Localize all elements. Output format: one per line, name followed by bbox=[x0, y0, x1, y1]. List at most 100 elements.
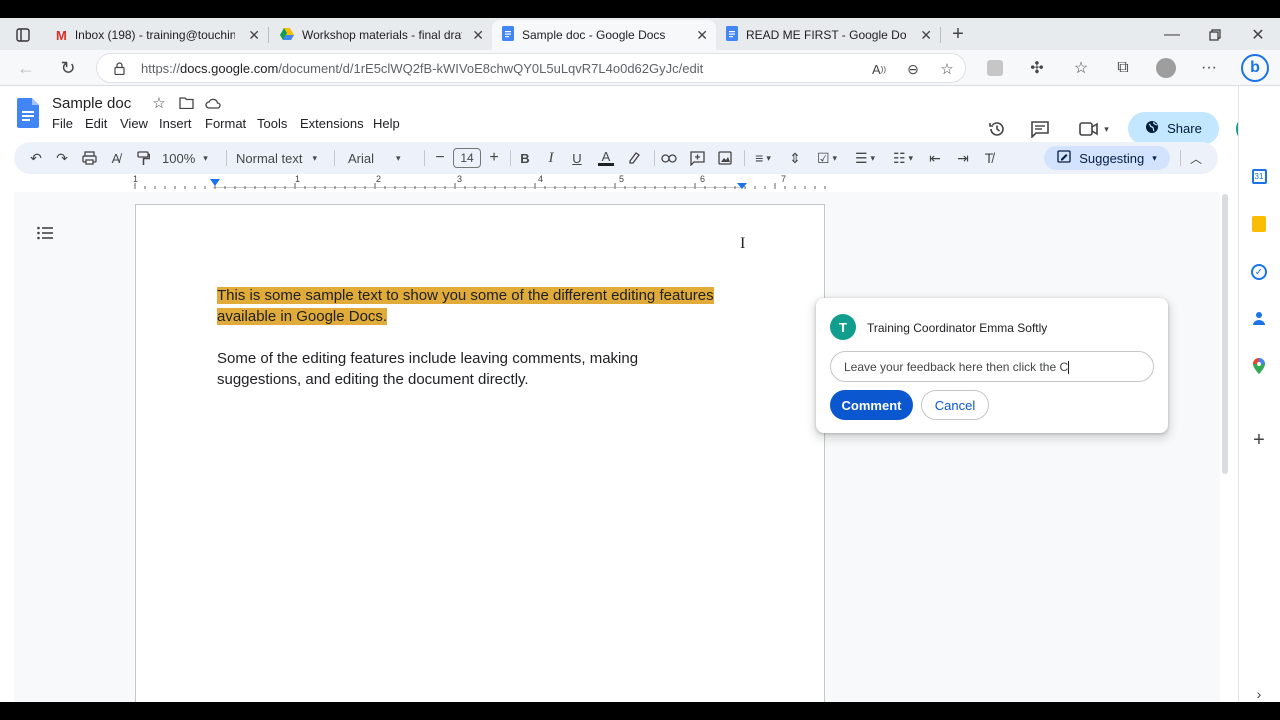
menu-tools[interactable]: Tools bbox=[257, 116, 287, 131]
comments-icon[interactable] bbox=[1029, 118, 1051, 140]
zoom-icon[interactable]: ⊖ bbox=[903, 59, 923, 79]
increase-indent-icon[interactable]: ⇥ bbox=[952, 142, 974, 174]
menu-help[interactable]: Help bbox=[373, 116, 400, 131]
keep-icon[interactable] bbox=[1249, 214, 1269, 234]
get-add-ons-icon[interactable]: + bbox=[1249, 429, 1269, 451]
close-icon[interactable]: ✕ bbox=[920, 27, 932, 44]
share-button[interactable]: Share bbox=[1128, 112, 1219, 145]
menu-view[interactable]: View bbox=[120, 116, 148, 131]
highlighted-paragraph[interactable]: This is some sample text to show you som… bbox=[217, 285, 714, 327]
highlighted-text[interactable]: available in Google Docs. bbox=[217, 308, 388, 325]
tab-sample-doc[interactable]: Sample doc - Google Docs ✕ bbox=[492, 20, 716, 50]
highlight-color-icon[interactable] bbox=[624, 142, 644, 174]
add-comment-icon[interactable] bbox=[686, 142, 708, 174]
right-indent-marker[interactable] bbox=[737, 183, 747, 189]
text-color-icon[interactable]: A bbox=[596, 142, 616, 174]
menu-format[interactable]: Format bbox=[205, 116, 246, 131]
vertical-scrollbar[interactable] bbox=[1222, 194, 1228, 474]
url-input[interactable]: https://docs.google.com/document/d/1rE5c… bbox=[96, 53, 966, 83]
docs-icon bbox=[726, 26, 738, 44]
move-folder-icon[interactable] bbox=[177, 94, 195, 112]
left-indent-marker[interactable] bbox=[210, 179, 220, 186]
comment-submit-button[interactable]: Comment bbox=[830, 390, 913, 420]
cloud-saved-icon[interactable] bbox=[204, 94, 222, 112]
font-select[interactable]: Arial ▾ bbox=[348, 142, 416, 174]
paint-format-icon[interactable] bbox=[132, 142, 154, 174]
underline-icon[interactable]: U bbox=[568, 142, 586, 174]
decrease-font-size-icon[interactable]: − bbox=[432, 142, 448, 174]
bing-icon[interactable]: b bbox=[1240, 53, 1270, 83]
menu-insert[interactable]: Insert bbox=[159, 116, 192, 131]
clear-formatting-icon[interactable]: T̸ bbox=[978, 142, 1000, 174]
spellcheck-icon[interactable]: A̸ bbox=[106, 142, 126, 174]
font-size-input[interactable]: 14 bbox=[453, 142, 481, 174]
increase-font-size-icon[interactable]: + bbox=[486, 142, 502, 174]
back-icon[interactable]: ← bbox=[14, 56, 38, 80]
outline-icon[interactable] bbox=[34, 222, 56, 244]
bold-icon[interactable]: B bbox=[516, 142, 534, 174]
tasks-icon[interactable]: ✓ bbox=[1249, 262, 1269, 282]
browser-window: M Inbox (198) - training@touchingt ✕ Wor… bbox=[0, 18, 1280, 702]
extensions-puzzle-icon[interactable]: ✣ bbox=[1026, 57, 1048, 79]
close-icon[interactable]: ✕ bbox=[472, 27, 484, 44]
lock-icon[interactable] bbox=[111, 60, 127, 76]
restore-icon[interactable] bbox=[1203, 24, 1227, 46]
maps-icon[interactable] bbox=[1249, 356, 1269, 376]
menu-edit[interactable]: Edit bbox=[85, 116, 107, 131]
star-icon[interactable]: ☆ bbox=[150, 94, 168, 112]
doc-title[interactable]: Sample doc bbox=[52, 95, 131, 112]
tab-read-me-first[interactable]: READ ME FIRST - Google Docs ✕ bbox=[716, 20, 940, 50]
gmail-icon: M bbox=[56, 27, 67, 43]
minimize-icon[interactable]: — bbox=[1160, 24, 1184, 46]
collections-icon[interactable]: ⧉ bbox=[1112, 57, 1134, 79]
comment-input[interactable]: Leave your feedback here then click the … bbox=[830, 351, 1154, 382]
calendar-icon[interactable]: 31 bbox=[1249, 166, 1269, 186]
menu-extensions[interactable]: Extensions bbox=[300, 116, 364, 131]
read-aloud-icon[interactable]: A)) bbox=[869, 59, 889, 79]
tab-gmail[interactable]: M Inbox (198) - training@touchingt ✕ bbox=[46, 20, 268, 50]
close-icon[interactable]: ✕ bbox=[248, 27, 260, 44]
tab-drive[interactable]: Workshop materials - final drafts ✕ bbox=[270, 20, 492, 50]
zoom-select[interactable]: 100% ▾ bbox=[162, 142, 218, 174]
highlighted-text[interactable]: This is some sample text to show you som… bbox=[217, 287, 714, 304]
collapse-menus-icon[interactable]: ︿ bbox=[1186, 142, 1206, 174]
checklist-icon[interactable]: ☑ ▾ bbox=[812, 142, 842, 174]
align-left-icon[interactable]: ≡ ▾ bbox=[748, 142, 778, 174]
version-history-icon[interactable] bbox=[986, 118, 1008, 140]
redo-icon[interactable]: ↷ bbox=[52, 142, 72, 174]
docs-logo-icon[interactable] bbox=[17, 98, 39, 133]
suggest-edits-icon bbox=[1057, 150, 1071, 166]
insert-link-icon[interactable] bbox=[658, 142, 680, 174]
contacts-icon[interactable] bbox=[1249, 308, 1269, 328]
insert-image-icon[interactable] bbox=[714, 142, 736, 174]
favorite-star-icon[interactable]: ☆ bbox=[937, 59, 957, 79]
decrease-indent-icon[interactable]: ⇤ bbox=[924, 142, 946, 174]
italic-icon[interactable]: I bbox=[542, 142, 560, 174]
reload-icon[interactable]: ↻ bbox=[56, 56, 80, 80]
editing-mode-select[interactable]: Suggesting ▾ bbox=[1044, 146, 1170, 170]
undo-icon[interactable]: ↶ bbox=[26, 142, 46, 174]
print-icon[interactable] bbox=[78, 142, 100, 174]
profile-icon[interactable] bbox=[1154, 56, 1178, 80]
close-window-icon[interactable]: ✕ bbox=[1246, 24, 1270, 46]
paragraph-style-select[interactable]: Normal text ▾ bbox=[236, 142, 328, 174]
ruler: 1 1 2 3 4 5 6 7 bbox=[0, 174, 1220, 192]
meet-icon[interactable]: ▾ bbox=[1074, 118, 1114, 140]
docs-icon bbox=[502, 26, 514, 44]
more-menu-icon[interactable]: ··· bbox=[1198, 57, 1220, 79]
favorites-icon[interactable]: ☆ bbox=[1070, 57, 1092, 79]
body-paragraph[interactable]: Some of the editing features include lea… bbox=[217, 348, 638, 390]
share-label: Share bbox=[1167, 121, 1202, 136]
extension-icon[interactable] bbox=[984, 57, 1006, 79]
menu-file[interactable]: File bbox=[52, 116, 73, 131]
expand-panel-icon[interactable]: › bbox=[1249, 684, 1269, 702]
bulleted-list-icon[interactable]: ☰ ▾ bbox=[850, 142, 880, 174]
document-page[interactable]: This is some sample text to show you som… bbox=[135, 204, 825, 702]
tab-actions-icon[interactable] bbox=[12, 24, 34, 46]
url-text: https://docs.google.com/document/d/1rE5c… bbox=[141, 61, 704, 76]
line-spacing-icon[interactable]: ⇕ bbox=[784, 142, 806, 174]
close-icon[interactable]: ✕ bbox=[696, 27, 708, 44]
comment-cancel-button[interactable]: Cancel bbox=[921, 390, 989, 420]
new-tab-button[interactable]: + bbox=[946, 22, 970, 46]
numbered-list-icon[interactable]: ☷ ▾ bbox=[888, 142, 918, 174]
